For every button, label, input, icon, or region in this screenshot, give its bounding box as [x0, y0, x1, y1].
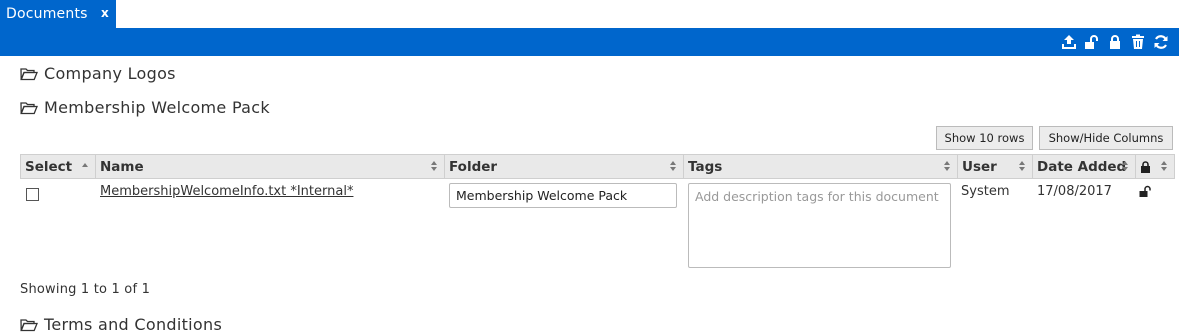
close-tab-button[interactable]: x	[101, 6, 109, 20]
sort-asc-icon	[82, 163, 88, 167]
folder-open-icon	[20, 67, 38, 80]
show-rows-button[interactable]: Show 10 rows	[936, 126, 1033, 150]
folder-open-icon	[20, 318, 38, 331]
column-header-tags[interactable]: Tags	[684, 155, 958, 178]
column-header-user[interactable]: User	[958, 155, 1033, 178]
unlock-icon[interactable]	[1139, 185, 1151, 197]
column-header-select[interactable]: Select	[21, 155, 96, 178]
unlock-icon[interactable]	[1083, 33, 1100, 51]
documents-tab[interactable]: Documents x	[0, 0, 116, 28]
sort-icon	[944, 161, 950, 171]
user-cell: System	[961, 184, 1010, 199]
lock-icon[interactable]	[1106, 33, 1123, 51]
lock-icon	[1141, 160, 1150, 173]
table-info: Showing 1 to 1 of 1	[20, 282, 151, 297]
sort-icon	[431, 161, 437, 171]
tab-title: Documents	[6, 6, 88, 22]
sort-icon	[1122, 161, 1128, 171]
upload-icon[interactable]	[1060, 33, 1077, 51]
folder-membership-welcome-pack[interactable]: Membership Welcome Pack	[20, 98, 270, 117]
folder-field[interactable]	[449, 183, 677, 208]
folder-name: Membership Welcome Pack	[44, 98, 270, 117]
tags-field[interactable]	[688, 183, 951, 268]
select-checkbox[interactable]	[26, 188, 39, 201]
folder-terms-and-conditions[interactable]: Terms and Conditions	[20, 315, 222, 334]
documents-toolbar	[0, 28, 1179, 56]
folder-open-icon	[20, 101, 38, 114]
sort-icon	[1019, 161, 1025, 171]
folder-name: Terms and Conditions	[44, 315, 223, 334]
column-header-folder[interactable]: Folder	[445, 155, 684, 178]
trash-icon[interactable]	[1129, 33, 1146, 51]
sort-icon	[1161, 161, 1167, 171]
date-added-cell: 17/08/2017	[1037, 184, 1112, 199]
column-header-lock[interactable]	[1136, 155, 1174, 178]
table-header: Select Name Folder Tags User Date Added	[20, 154, 1175, 179]
refresh-icon[interactable]	[1152, 33, 1169, 51]
column-header-date-added[interactable]: Date Added	[1033, 155, 1136, 178]
document-name-link[interactable]: MembershipWelcomeInfo.txt *Internal*	[100, 184, 353, 199]
folder-company-logos[interactable]: Company Logos	[20, 64, 176, 83]
sort-icon	[670, 161, 676, 171]
folder-name: Company Logos	[44, 64, 176, 83]
show-hide-columns-button[interactable]: Show/Hide Columns	[1039, 126, 1173, 150]
column-header-name[interactable]: Name	[96, 155, 445, 178]
